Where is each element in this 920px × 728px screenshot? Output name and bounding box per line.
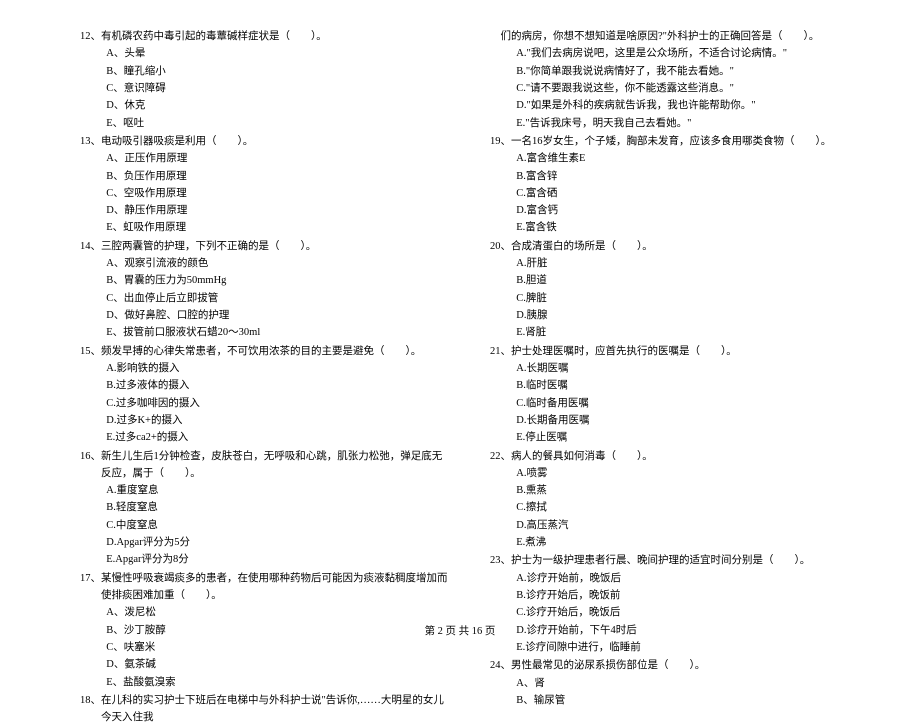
option-a: A.诊疗开始前，晚饭后: [490, 570, 860, 587]
option-e: E、虹吸作用原理: [80, 219, 450, 236]
question-18: 18、在儿科的实习护士下班后在电梯中与外科护士说"告诉你,……大明星的女儿今天入…: [80, 692, 450, 727]
question-stem: 24、男性最常见的泌尿系损伤部位是（ ）。: [490, 657, 860, 674]
option-e: E、呕吐: [80, 115, 450, 132]
question-13: 13、电动吸引器吸痰是利用（ ）。 A、正压作用原理 B、负压作用原理 C、空吸…: [80, 133, 450, 237]
question-stem: 19、一名16岁女生，个子矮，胸部未发育，应该多食用哪类食物（ ）。: [490, 133, 860, 150]
option-a: A."我们去病房说吧，这里是公众场所，不适合讨论病情。": [490, 45, 860, 62]
option-d: D、静压作用原理: [80, 202, 450, 219]
option-d: D.高压蒸汽: [490, 517, 860, 534]
option-b: B、输尿管: [490, 692, 860, 709]
option-b: B、负压作用原理: [80, 168, 450, 185]
option-e: E.停止医嘱: [490, 429, 860, 446]
option-e: E、拔管前口服液状石蜡20～30ml: [80, 324, 450, 341]
question-stem: 18、在儿科的实习护士下班后在电梯中与外科护士说"告诉你,……大明星的女儿今天入…: [80, 692, 450, 727]
option-b: B.熏蒸: [490, 482, 860, 499]
question-19: 19、一名16岁女生，个子矮，胸部未发育，应该多食用哪类食物（ ）。 A.富含维…: [490, 133, 860, 237]
option-d: D、氨茶碱: [80, 656, 450, 673]
option-a: A.重度窒息: [80, 482, 450, 499]
question-12: 12、有机磷农药中毒引起的毒蕈碱样症状是（ ）。 A、头晕 B、瞳孔缩小 C、意…: [80, 28, 450, 132]
option-a: A.影响铁的摄入: [80, 360, 450, 377]
option-b: B、瞳孔缩小: [80, 63, 450, 80]
option-a: A.长期医嘱: [490, 360, 860, 377]
question-16: 16、新生儿生后1分钟检查，皮肤苍白，无呼吸和心跳，肌张力松弛，弹足底无反应，属…: [80, 448, 450, 569]
option-a: A、正压作用原理: [80, 150, 450, 167]
option-d: D.长期备用医嘱: [490, 412, 860, 429]
option-a: A、头晕: [80, 45, 450, 62]
question-stem: 16、新生儿生后1分钟检查，皮肤苍白，无呼吸和心跳，肌张力松弛，弹足底无反应，属…: [80, 448, 450, 483]
question-stem: 17、某慢性呼吸衰竭痰多的患者，在使用哪种药物后可能因为痰液黏稠度增加而使排痰困…: [80, 570, 450, 605]
question-stem: 12、有机磷农药中毒引起的毒蕈碱样症状是（ ）。: [80, 28, 450, 45]
question-22: 22、病人的餐具如何消毒（ ）。 A.喷雾 B.熏蒸 C.擦拭 D.高压蒸汽 E…: [490, 448, 860, 552]
option-d: D、做好鼻腔、口腔的护理: [80, 307, 450, 324]
page-content: 12、有机磷农药中毒引起的毒蕈碱样症状是（ ）。 A、头晕 B、瞳孔缩小 C、意…: [0, 0, 920, 728]
option-b: B.临时医嘱: [490, 377, 860, 394]
option-c: C.擦拭: [490, 499, 860, 516]
option-c: C.临时备用医嘱: [490, 395, 860, 412]
option-a: A、泼尼松: [80, 604, 450, 621]
option-c: C、出血停止后立即拔管: [80, 290, 450, 307]
option-b: B.轻度窒息: [80, 499, 450, 516]
option-d: D.富含钙: [490, 202, 860, 219]
option-d: D.Apgar评分为5分: [80, 534, 450, 551]
option-c: C.脾脏: [490, 290, 860, 307]
option-e: E."告诉我床号，明天我自己去看她。": [490, 115, 860, 132]
option-b: B.诊疗开始后，晚饭前: [490, 587, 860, 604]
option-a: A.富含维生素E: [490, 150, 860, 167]
question-18-continued: 们的病房，你想不想知道是啥原因?"外科护士的正确回答是（ ）。 A."我们去病房…: [490, 28, 860, 132]
option-c: C.富含硒: [490, 185, 860, 202]
option-a: A、观察引流液的颜色: [80, 255, 450, 272]
option-e: E、盐酸氨溴索: [80, 674, 450, 691]
option-b: B.富含锌: [490, 168, 860, 185]
option-d: D.胰腺: [490, 307, 860, 324]
option-c: C.诊疗开始后，晚饭后: [490, 604, 860, 621]
option-e: E.肾脏: [490, 324, 860, 341]
option-b: B."你简单跟我说说病情好了，我不能去看她。": [490, 63, 860, 80]
option-a: A.肝脏: [490, 255, 860, 272]
option-b: B.过多液体的摄入: [80, 377, 450, 394]
question-stem: 20、合成清蛋白的场所是（ ）。: [490, 238, 860, 255]
option-b: B.胆道: [490, 272, 860, 289]
option-e: E.Apgar评分为8分: [80, 551, 450, 568]
question-14: 14、三腔两囊管的护理，下列不正确的是（ ）。 A、观察引流液的颜色 B、胃囊的…: [80, 238, 450, 342]
question-24: 24、男性最常见的泌尿系损伤部位是（ ）。 A、肾 B、输尿管: [490, 657, 860, 709]
question-21: 21、护士处理医嘱时，应首先执行的医嘱是（ ）。 A.长期医嘱 B.临时医嘱 C…: [490, 343, 860, 447]
option-d: D、休克: [80, 97, 450, 114]
question-stem: 22、病人的餐具如何消毒（ ）。: [490, 448, 860, 465]
option-d: D."如果是外科的疾病就告诉我，我也许能帮助你。": [490, 97, 860, 114]
question-15: 15、频发早搏的心律失常患者，不可饮用浓茶的目的主要是避免（ ）。 A.影响铁的…: [80, 343, 450, 447]
option-e: E.过多ca2+的摄入: [80, 429, 450, 446]
question-stem: 13、电动吸引器吸痰是利用（ ）。: [80, 133, 450, 150]
option-c: C."请不要跟我说这些，你不能透露这些消息。": [490, 80, 860, 97]
question-stem: 21、护士处理医嘱时，应首先执行的医嘱是（ ）。: [490, 343, 860, 360]
page-footer: 第 2 页 共 16 页: [0, 623, 920, 638]
option-c: C、意识障碍: [80, 80, 450, 97]
option-e: E.诊疗间隙中进行，临睡前: [490, 639, 860, 656]
option-e: E.煮沸: [490, 534, 860, 551]
question-stem: 们的病房，你想不想知道是啥原因?"外科护士的正确回答是（ ）。: [490, 28, 860, 45]
option-a: A、肾: [490, 675, 860, 692]
question-23: 23、护士为一级护理患者行晨、晚间护理的适宜时间分别是（ ）。 A.诊疗开始前，…: [490, 552, 860, 656]
option-e: E.富含铁: [490, 219, 860, 236]
question-stem: 23、护士为一级护理患者行晨、晚间护理的适宜时间分别是（ ）。: [490, 552, 860, 569]
option-c: C.中度窒息: [80, 517, 450, 534]
option-c: C、呋塞米: [80, 639, 450, 656]
question-20: 20、合成清蛋白的场所是（ ）。 A.肝脏 B.胆道 C.脾脏 D.胰腺 E.肾…: [490, 238, 860, 342]
option-b: B、胃囊的压力为50mmHg: [80, 272, 450, 289]
option-c: C.过多咖啡因的摄入: [80, 395, 450, 412]
option-a: A.喷雾: [490, 465, 860, 482]
option-d: D.过多K+的摄入: [80, 412, 450, 429]
question-stem: 15、频发早搏的心律失常患者，不可饮用浓茶的目的主要是避免（ ）。: [80, 343, 450, 360]
option-c: C、空吸作用原理: [80, 185, 450, 202]
question-stem: 14、三腔两囊管的护理，下列不正确的是（ ）。: [80, 238, 450, 255]
